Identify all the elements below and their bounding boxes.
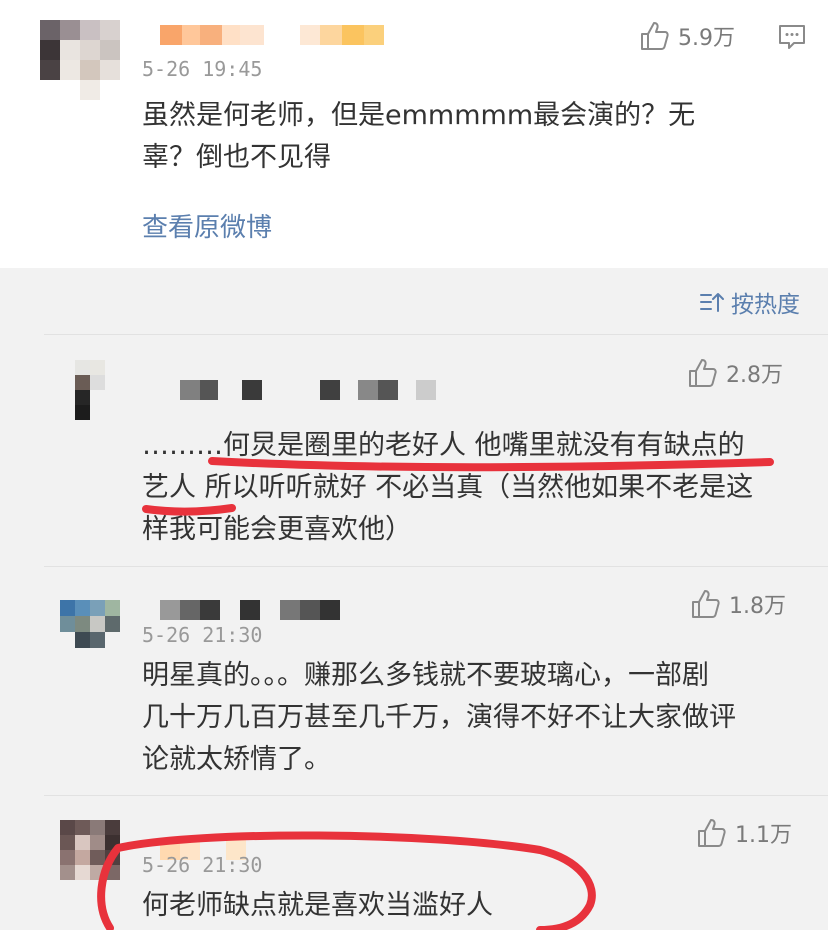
post-text-line: 虽然是何老师，但是emmmmm最会演的？无 bbox=[142, 100, 696, 131]
sort-by-hot-button[interactable]: 按热度 bbox=[699, 285, 800, 319]
post-text-line: 辜？倒也不见得 bbox=[142, 142, 331, 173]
like-count: 2.8万 bbox=[726, 363, 783, 388]
comment-icon[interactable] bbox=[777, 22, 807, 52]
username-blurred[interactable] bbox=[160, 600, 340, 620]
avatar[interactable] bbox=[60, 820, 120, 880]
divider bbox=[44, 795, 828, 796]
comment-text: 何老师缺点就是喜欢当滥好人 bbox=[142, 885, 493, 927]
like-button[interactable]: 5.9万 bbox=[638, 20, 735, 52]
post-text: 虽然是何老师，但是emmmmm最会演的？无 辜？倒也不见得 bbox=[142, 95, 695, 179]
view-original-link[interactable]: 查看原微博 bbox=[142, 207, 272, 244]
comment-text: ………何炅是圈里的老好人 他嘴里就没有有缺点的 艺人 所以听听就好 不必当真（当… bbox=[142, 425, 753, 551]
comment-time: 5-26 21:30 bbox=[142, 623, 263, 647]
divider bbox=[44, 566, 828, 567]
comment-text-line: 艺人 所以听听就好 不必当真（当然他如果不老是这 bbox=[142, 472, 754, 503]
like-button[interactable]: 2.8万 bbox=[686, 357, 783, 389]
sort-label: 按热度 bbox=[731, 292, 800, 318]
comment-text-line: 明星真的。。。赚那么多钱就不要玻璃心，一部剧 bbox=[142, 660, 709, 691]
avatar[interactable] bbox=[40, 20, 120, 100]
divider bbox=[44, 334, 828, 335]
comment-text-line: 论就太矫情了。 bbox=[142, 744, 331, 775]
comment-text-line: ………何炅是圈里的老好人 他嘴里就没有有缺点的 bbox=[142, 430, 745, 461]
like-button[interactable]: 1.1万 bbox=[695, 817, 792, 849]
comment-text-line: 何老师缺点就是喜欢当滥好人 bbox=[142, 890, 493, 921]
thumbs-up-icon bbox=[689, 359, 717, 387]
sort-icon bbox=[700, 293, 724, 312]
post-time: 5-26 19:45 bbox=[142, 57, 263, 81]
like-count: 1.8万 bbox=[729, 594, 786, 619]
thumbs-up-icon bbox=[692, 590, 720, 618]
username-blurred[interactable] bbox=[180, 380, 436, 400]
like-button[interactable]: 1.8万 bbox=[689, 588, 786, 620]
comment-text: 明星真的。。。赚那么多钱就不要玻璃心，一部剧 几十万几百万甚至几千万，演得不好不… bbox=[142, 655, 736, 781]
comment-time: 5-26 21:30 bbox=[142, 853, 263, 877]
comment-text-line: 样我可能会更喜欢他） bbox=[142, 514, 412, 545]
username-blurred[interactable] bbox=[160, 25, 384, 45]
avatar[interactable] bbox=[60, 360, 120, 420]
thumbs-up-icon bbox=[641, 22, 669, 50]
like-count: 1.1万 bbox=[735, 823, 792, 848]
post-card: 5.9万 5-26 19:45 虽然是何老师，但是emmmmm最会演的？无 辜？… bbox=[0, 0, 828, 268]
comment-text-line: 几十万几百万甚至几千万，演得不好不让大家做评 bbox=[142, 702, 736, 733]
avatar[interactable] bbox=[60, 600, 120, 648]
like-count: 5.9万 bbox=[678, 26, 735, 51]
thumbs-up-icon bbox=[698, 819, 726, 847]
